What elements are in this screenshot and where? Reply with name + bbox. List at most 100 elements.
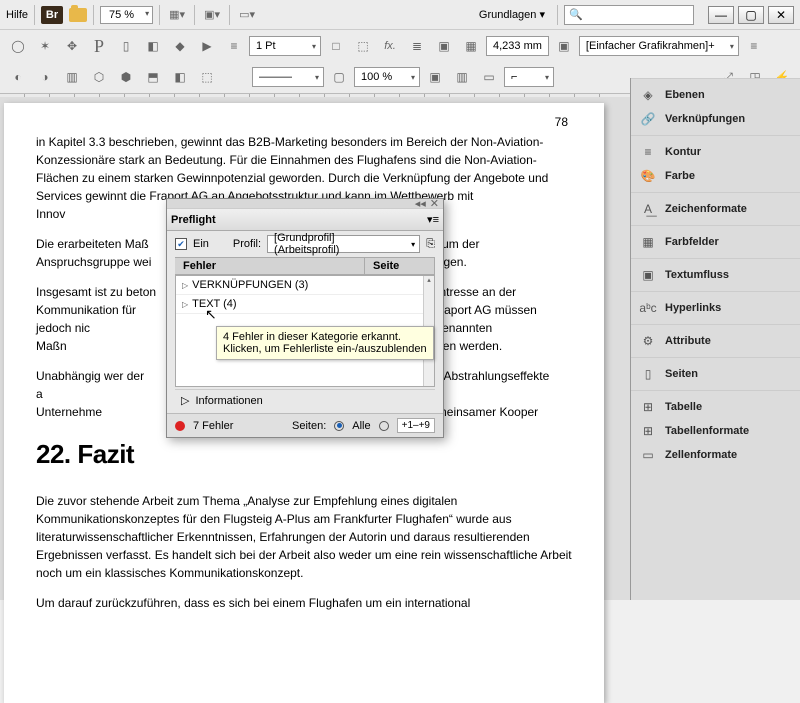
object-style[interactable]: [Einfacher Grafikrahmen]+ [579,36,739,56]
tool-icon[interactable]: ▥ [60,65,84,89]
panel-label: Tabellenformate [665,425,749,437]
stroke-weight[interactable]: 1 Pt [249,36,321,56]
tool-icon[interactable]: ▢ [327,65,351,89]
tool-icon[interactable]: ✥ [60,34,84,58]
divider [34,5,35,25]
panel-label: Ebenen [665,89,705,101]
search-input[interactable]: 🔍 [564,5,694,25]
tool-icon[interactable]: ◯ [6,34,30,58]
pages-range-radio[interactable] [379,421,389,431]
info-section[interactable]: ▷Informationen [175,389,435,411]
error-indicator-icon [175,421,185,431]
disclosure-icon[interactable]: ▷ [182,281,188,290]
tool-icon[interactable]: □ [324,34,348,58]
minimize-button[interactable]: — [708,6,734,24]
corner-icon[interactable]: ▣ [552,34,576,58]
align-icon[interactable]: ≣ [405,34,429,58]
divider [194,5,195,25]
crop-icon[interactable]: ▦ [459,34,483,58]
tool-icon[interactable]: ⬢ [114,65,138,89]
tool-icon[interactable]: ⬚ [195,65,219,89]
folder-icon[interactable] [69,8,87,22]
panel-titlebar[interactable]: Preflight ▾≡ [167,209,443,231]
tool-icon[interactable]: ▯ [114,34,138,58]
profile-select[interactable]: [Grundprofil] (Arbeitsprofil) [267,235,420,253]
page-number: 78 [555,115,568,129]
panel-attribute[interactable]: ⚙Attribute [631,329,800,353]
tool-icon[interactable]: ▭ [477,65,501,89]
disclosure-icon[interactable]: ▷ [182,300,188,309]
screen-mode-icon[interactable]: ▣▾ [201,4,223,26]
panel-verknüpfungen[interactable]: 🔗Verknüpfungen [631,107,800,131]
disclosure-icon[interactable]: ▷ [181,394,189,407]
tool-icon[interactable]: ⬒ [141,65,165,89]
collapse-icon[interactable]: ◂◂ [415,197,426,210]
preflight-enabled-checkbox[interactable]: ✔ [175,238,187,250]
bridge-icon[interactable]: Br [41,6,63,24]
right-panel-dock: ◈ Ebenen 🔗Verknüpfungen ≡Kontur🎨Farbe A͟Zeic… [630,78,800,600]
close-button[interactable]: ✕ [768,6,794,24]
preflight-statusbar: 7 Fehler Seiten: Alle +1–+9 [167,413,443,437]
width-field[interactable]: 4,233 mm [486,36,549,56]
tool-icon[interactable]: ▥ [450,65,474,89]
tool-icon[interactable]: ⬚ [351,34,375,58]
embed-profile-icon[interactable]: ⎘ [426,238,435,251]
panel-group: ▯Seiten [631,357,800,390]
tool-icon[interactable]: ◧ [168,65,192,89]
panel-menu-icon[interactable]: ▾≡ [427,213,439,226]
wrap-icon[interactable]: ▣ [432,34,456,58]
menu-icon[interactable]: ≡ [742,34,766,58]
close-icon[interactable]: ✕ [430,197,439,210]
panel-icon: ⊞ [639,423,657,439]
fx-icon[interactable]: fx. [378,34,402,58]
panel-label: Verknüpfungen [665,113,745,125]
panel-hyperlinks[interactable]: aᵇcHyperlinks [631,296,800,320]
tool-icon[interactable]: ⬡ [87,65,111,89]
panel-label: Tabelle [665,401,702,413]
panel-farbfelder[interactable]: ▦Farbfelder [631,230,800,254]
zoom-level[interactable]: 75 % [100,6,153,24]
error-category-links[interactable]: ▷VERKNÜPFUNGEN (3) [176,276,434,295]
workspace-switcher[interactable]: Grundlagen ▾ [479,8,545,21]
panel-icon: ▯ [639,366,657,382]
opacity-field[interactable]: 100 % [354,67,420,87]
profile-label: Profil: [233,238,261,250]
divider [557,5,558,25]
panel-icon: ◈ [639,87,657,103]
panel-textumfluss[interactable]: ▣Textumfluss [631,263,800,287]
tool-icon[interactable]: ◧ [141,34,165,58]
panel-seiten[interactable]: ▯Seiten [631,362,800,386]
col-page: Seite [365,258,435,274]
stroke-icon[interactable]: ≡ [222,34,246,58]
line-style[interactable]: ——— [252,67,324,87]
panel-kontur[interactable]: ≡Kontur [631,140,800,164]
tool-icon[interactable]: ◆ [168,34,192,58]
help-link[interactable]: Hilfe [6,9,28,21]
tool-icon[interactable]: ▣ [423,65,447,89]
tool-icon[interactable]: ✶ [33,34,57,58]
error-category-text[interactable]: ▷TEXT (4) [176,295,434,314]
tool-icon[interactable]: ◑ [33,65,57,89]
pages-all-radio[interactable] [334,421,344,431]
panel-ebenen[interactable]: ◈ Ebenen [631,83,800,107]
panel-tabelle[interactable]: ⊞Tabelle [631,395,800,419]
panel-icon: ⚙ [639,333,657,349]
panel-tabellenformate[interactable]: ⊞ Tabellenformate [631,419,800,443]
preflight-panel[interactable]: ◂◂✕ Preflight ▾≡ ✔ Ein Profil: [Grundpro… [166,198,444,438]
panel-icon: ≡ [639,144,657,160]
type-tool-icon[interactable]: P [87,34,111,58]
panel-zeichenformate[interactable]: A͟Zeichenformate [631,197,800,221]
corner-shape[interactable]: ⌐ [504,67,554,87]
view-options-icon[interactable]: ▦▾ [166,4,188,26]
arrow-icon[interactable]: ▶ [195,34,219,58]
panel-group: aᵇcHyperlinks [631,291,800,324]
panel-farbe[interactable]: 🎨Farbe [631,164,800,188]
panel-zellenformate[interactable]: ▭Zellenformate [631,443,800,467]
maximize-button[interactable]: ▢ [738,6,764,24]
panel-label: Hyperlinks [665,302,721,314]
divider [229,5,230,25]
pages-range-field[interactable]: +1–+9 [397,418,435,433]
col-errors: Fehler [175,258,365,274]
arrange-icon[interactable]: ▭▾ [236,4,258,26]
tool-icon[interactable]: ◐ [6,65,30,89]
